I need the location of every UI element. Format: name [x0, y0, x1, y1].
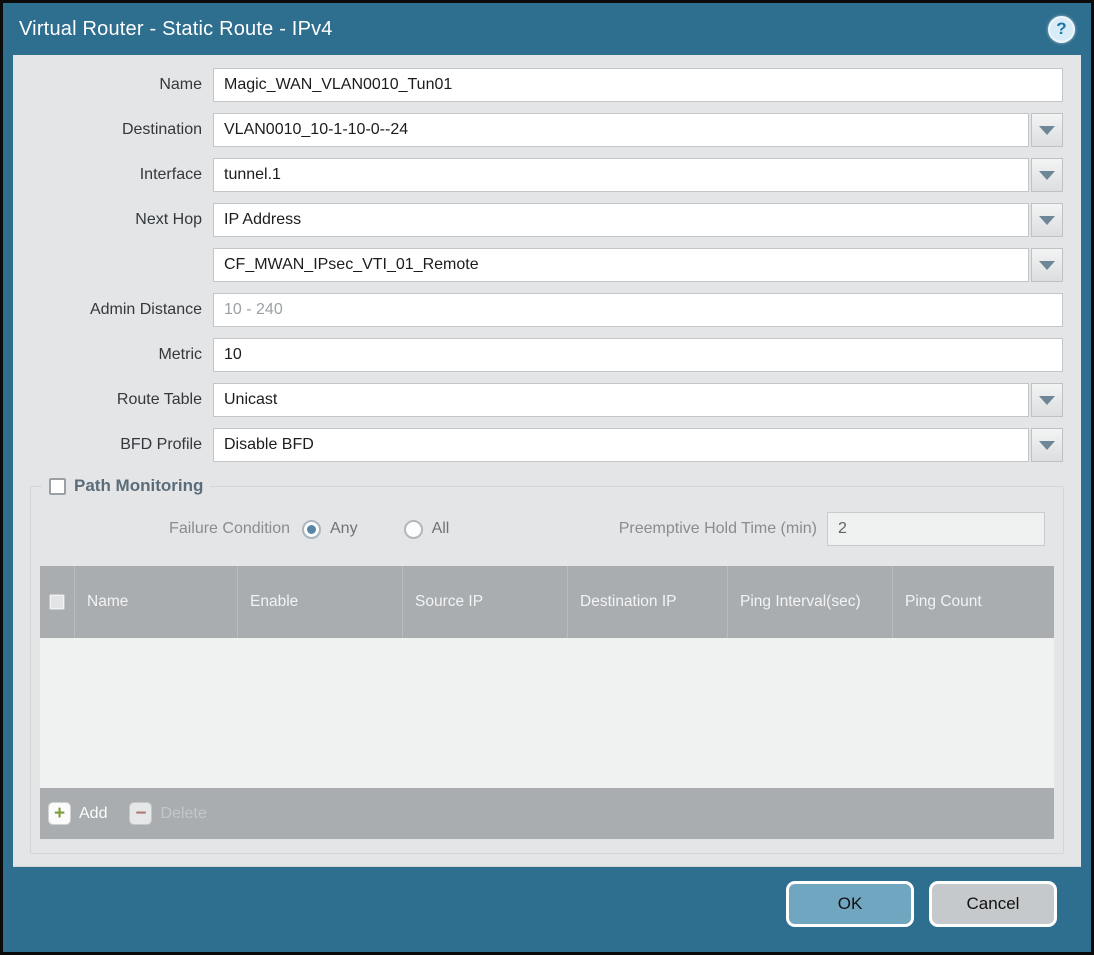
ok-button[interactable]: OK [786, 881, 914, 927]
chevron-down-icon [1039, 215, 1055, 225]
form-row-metric: Metric [13, 338, 1063, 372]
column-header-source-ip[interactable]: Source IP [402, 566, 567, 638]
table-body-empty [40, 638, 1054, 788]
failure-condition-all-label: All [431, 520, 450, 537]
bfd-profile-input[interactable] [213, 428, 1029, 462]
metric-label: Metric [158, 346, 202, 363]
column-header-destination-ip[interactable]: Destination IP [567, 566, 727, 638]
cancel-button[interactable]: Cancel [929, 881, 1057, 927]
failure-condition-label: Failure Condition [169, 520, 290, 537]
chevron-down-icon [1039, 170, 1055, 180]
next-hop-label: Next Hop [135, 211, 202, 228]
next-hop-type-dropdown-button[interactable] [1031, 203, 1063, 237]
add-button[interactable]: + Add [48, 802, 107, 825]
chevron-down-icon [1039, 260, 1055, 270]
form-row-route-table: Route Table [13, 383, 1063, 417]
column-header-enable[interactable]: Enable [237, 566, 402, 638]
path-monitoring-legend: Path Monitoring [42, 476, 210, 496]
add-button-label: Add [79, 804, 108, 822]
name-input[interactable] [213, 68, 1063, 102]
next-hop-address-dropdown-button[interactable] [1031, 248, 1063, 282]
table-header-row: Name Enable Source IP Destination IP Pin… [40, 566, 1054, 638]
interface-dropdown-button[interactable] [1031, 158, 1063, 192]
interface-label: Interface [139, 166, 202, 183]
path-monitoring-title: Path Monitoring [74, 476, 204, 495]
preemptive-hold-time-label: Preemptive Hold Time (min) [618, 520, 817, 537]
metric-input[interactable] [213, 338, 1063, 372]
help-icon[interactable]: ? [1048, 15, 1075, 43]
admin-distance-input[interactable] [213, 293, 1063, 327]
failure-condition-any-label: Any [330, 520, 358, 537]
static-route-dialog: Virtual Router - Static Route - IPv4 ? N… [0, 0, 1094, 955]
path-monitoring-section: Path Monitoring Failure Condition Any Al… [30, 476, 1064, 854]
delete-button[interactable]: − Delete [129, 802, 207, 825]
chevron-down-icon [1039, 125, 1055, 135]
form-row-next-hop-address [13, 248, 1063, 282]
failure-condition-all-radio[interactable]: All [403, 519, 450, 539]
dialog-content: Name Destination Interface [13, 55, 1081, 867]
preemptive-hold-time-input[interactable] [827, 512, 1045, 546]
column-header-ping-interval[interactable]: Ping Interval(sec) [727, 566, 892, 638]
column-header-ping-count[interactable]: Ping Count [892, 566, 1054, 638]
destination-label: Destination [121, 121, 202, 138]
next-hop-type-input[interactable] [213, 203, 1029, 237]
chevron-down-icon [1039, 395, 1055, 405]
radio-selected-icon [302, 519, 321, 539]
delete-button-label: Delete [160, 804, 207, 822]
path-monitoring-controls: Failure Condition Any All Preemptive Hol… [40, 512, 1054, 546]
column-header-name[interactable]: Name [74, 566, 237, 638]
form-row-interface: Interface [13, 158, 1063, 192]
next-hop-address-input[interactable] [213, 248, 1029, 282]
route-table-label: Route Table [116, 391, 202, 408]
form-row-next-hop: Next Hop [13, 203, 1063, 237]
route-table-dropdown-button[interactable] [1031, 383, 1063, 417]
dialog-footer: OK Cancel [3, 867, 1091, 952]
form-row-admin-distance: Admin Distance [13, 293, 1063, 327]
bfd-profile-dropdown-button[interactable] [1031, 428, 1063, 462]
name-label: Name [159, 76, 202, 93]
path-monitoring-checkbox[interactable] [49, 477, 66, 495]
form-row-bfd-profile: BFD Profile [13, 428, 1063, 462]
form-row-name: Name [13, 68, 1063, 102]
minus-icon: − [129, 802, 153, 825]
plus-icon: + [48, 802, 71, 825]
select-all-checkbox[interactable] [49, 594, 65, 610]
path-monitoring-table: Name Enable Source IP Destination IP Pin… [40, 566, 1054, 839]
failure-condition-any-radio[interactable]: Any [302, 519, 358, 539]
radio-unselected-icon [403, 519, 423, 539]
table-footer-bar: + Add − Delete [40, 788, 1054, 839]
bfd-profile-label: BFD Profile [120, 436, 202, 453]
destination-input[interactable] [213, 113, 1029, 147]
destination-dropdown-button[interactable] [1031, 113, 1063, 147]
dialog-title: Virtual Router - Static Route - IPv4 [19, 17, 333, 40]
admin-distance-label: Admin Distance [89, 301, 202, 318]
form-row-destination: Destination [13, 113, 1063, 147]
route-table-input[interactable] [213, 383, 1029, 417]
dialog-titlebar: Virtual Router - Static Route - IPv4 ? [3, 3, 1091, 55]
chevron-down-icon [1039, 440, 1055, 450]
interface-input[interactable] [213, 158, 1029, 192]
